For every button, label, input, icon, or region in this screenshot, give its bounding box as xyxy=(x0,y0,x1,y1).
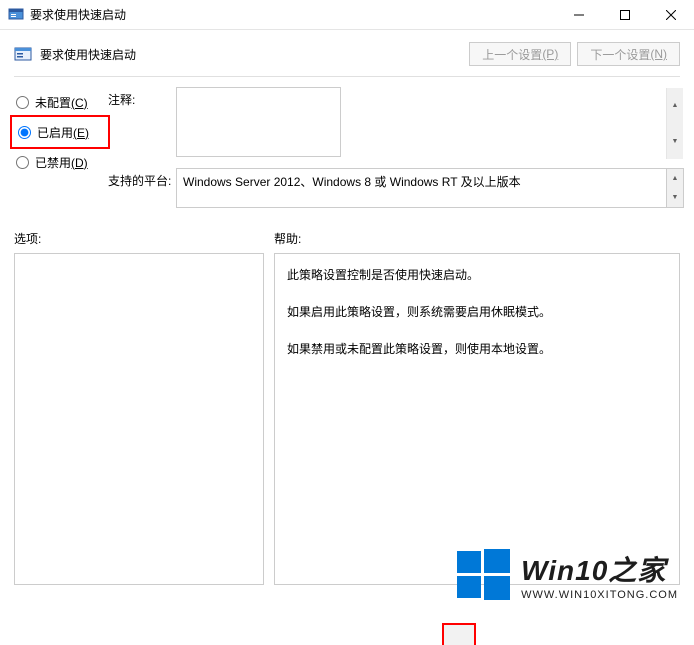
radio-group: 未配置(C) 已启用(E) 已禁用(D) xyxy=(14,87,108,216)
next-setting-button[interactable]: 下一个设置(N) xyxy=(577,42,680,66)
comment-input[interactable] xyxy=(176,87,341,157)
comment-label: 注释: xyxy=(108,87,176,108)
fields-column: 注释: ▲ ▼ 支持的平台: Windows Server 2012、Windo… xyxy=(108,87,684,216)
highlight-bottom xyxy=(442,623,476,645)
radio-enabled-input[interactable] xyxy=(18,126,31,139)
radio-enabled[interactable]: 已启用(E) xyxy=(16,117,106,147)
panels: 此策略设置控制是否使用快速启动。 如果启用此策略设置，则系统需要启用休眠模式。 … xyxy=(0,253,694,585)
radio-not-configured-input[interactable] xyxy=(16,96,29,109)
prev-accesskey: (P) xyxy=(542,47,558,61)
platform-value-box: Windows Server 2012、Windows 8 或 Windows … xyxy=(176,168,684,208)
previous-setting-button[interactable]: 上一个设置(P) xyxy=(469,42,571,66)
app-icon xyxy=(8,7,24,23)
window-controls xyxy=(556,0,694,29)
divider xyxy=(14,76,680,77)
platform-field: 支持的平台: Windows Server 2012、Windows 8 或 W… xyxy=(108,168,684,208)
comment-scrollbar[interactable]: ▲ ▼ xyxy=(666,88,683,159)
radio-disabled[interactable]: 已禁用(D) xyxy=(14,147,108,177)
close-button[interactable] xyxy=(648,0,694,29)
radio-not-configured[interactable]: 未配置(C) xyxy=(14,87,108,117)
minimize-button[interactable] xyxy=(556,0,602,29)
radio-not-configured-label: 未配置(C) xyxy=(35,94,88,111)
titlebar: 要求使用快速启动 xyxy=(0,0,694,30)
section-labels: 选项: 帮助: xyxy=(0,216,694,253)
help-label: 帮助: xyxy=(274,230,680,247)
options-panel xyxy=(14,253,264,585)
header: 要求使用快速启动 上一个设置(P) 下一个设置(N) xyxy=(0,30,694,76)
next-accesskey: (N) xyxy=(650,47,667,61)
options-label: 选项: xyxy=(14,230,274,247)
policy-icon xyxy=(14,45,32,63)
radio-enabled-label: 已启用(E) xyxy=(37,124,89,141)
platform-label: 支持的平台: xyxy=(108,168,176,189)
highlight-enabled: 已启用(E) xyxy=(10,115,110,149)
scroll-down-icon[interactable]: ▼ xyxy=(667,188,683,207)
config-area: 未配置(C) 已启用(E) 已禁用(D) 注释: ▲ ▼ 支持的平台: xyxy=(0,87,694,216)
radio-disabled-label: 已禁用(D) xyxy=(35,154,88,171)
watermark-url: WWW.WIN10XITONG.COM xyxy=(521,589,678,601)
scroll-down-icon[interactable]: ▼ xyxy=(667,124,683,160)
scroll-up-icon[interactable]: ▲ xyxy=(667,169,683,188)
next-label: 下一个设置 xyxy=(590,46,650,63)
radio-disabled-input[interactable] xyxy=(16,156,29,169)
window-title: 要求使用快速启动 xyxy=(30,6,556,23)
help-text-3: 如果禁用或未配置此策略设置，则使用本地设置。 xyxy=(287,338,667,361)
comment-field: 注释: ▲ ▼ xyxy=(108,87,684,160)
help-text-1: 此策略设置控制是否使用快速启动。 xyxy=(287,264,667,287)
platform-value: Windows Server 2012、Windows 8 或 Windows … xyxy=(183,175,521,189)
help-panel: 此策略设置控制是否使用快速启动。 如果启用此策略设置，则系统需要启用休眠模式。 … xyxy=(274,253,680,585)
page-title: 要求使用快速启动 xyxy=(40,46,463,63)
platform-scroll[interactable]: ▲ ▼ xyxy=(666,169,683,207)
scroll-up-icon[interactable]: ▲ xyxy=(667,88,683,124)
maximize-button[interactable] xyxy=(602,0,648,29)
help-text-2: 如果启用此策略设置，则系统需要启用休眠模式。 xyxy=(287,301,667,324)
prev-label: 上一个设置 xyxy=(482,46,542,63)
